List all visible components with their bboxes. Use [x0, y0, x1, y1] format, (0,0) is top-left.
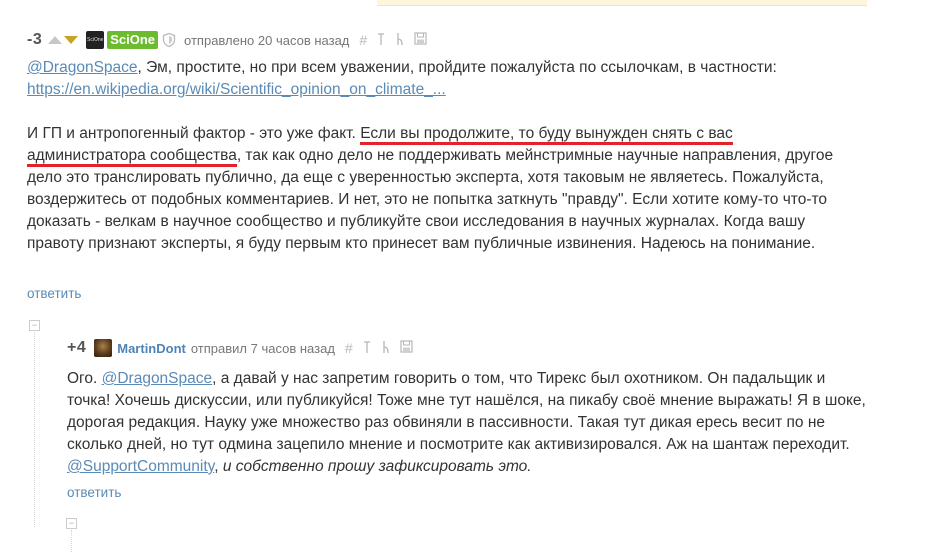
comment-text: , [214, 458, 223, 475]
reply-link[interactable]: ответить [67, 485, 121, 500]
user-mention-link[interactable]: @DragonSpace [102, 370, 213, 387]
downvote-arrow-icon[interactable] [64, 36, 79, 44]
comment-tools: # [359, 32, 427, 49]
collapse-thread-button[interactable]: − [29, 320, 40, 331]
comment-header: +4 MartinDont отправил 7 часов назад # [67, 338, 413, 358]
thread-line[interactable] [71, 530, 73, 552]
comment-rating: +4 [67, 339, 87, 356]
collapse-thread-button[interactable]: − [66, 518, 77, 529]
wikipedia-link[interactable]: https://en.wikipedia.org/wiki/Scientific… [27, 81, 446, 98]
vote-controls [48, 36, 79, 44]
branch-icon[interactable] [381, 340, 391, 357]
comment-rating: -3 [27, 31, 43, 48]
comment-text: , Эм, простите, но при всем уважении, пр… [137, 59, 777, 76]
comment-tools: # [345, 340, 413, 357]
pin-icon[interactable] [376, 32, 386, 49]
avatar[interactable]: SciOne [86, 31, 105, 49]
user-mention-link[interactable]: @SupportCommunity [67, 458, 214, 475]
upvote-arrow-icon[interactable] [48, 36, 63, 44]
avatar[interactable] [94, 339, 113, 357]
username-link[interactable]: MartinDont [117, 341, 186, 356]
hash-link-icon[interactable]: # [359, 32, 367, 48]
comment-header: -3 SciOne SciOne отправлено 20 часов наз… [27, 30, 427, 50]
save-icon[interactable] [414, 32, 427, 48]
comment-body: @DragonSpace, Эм, простите, но при всем … [27, 57, 847, 255]
comment-timestamp[interactable]: отправил 7 часов назад [191, 341, 335, 356]
comment-text: Ого. [67, 370, 102, 387]
reply-link[interactable]: ответить [27, 286, 81, 301]
pin-icon[interactable] [362, 340, 372, 357]
italic-text: и собственно прошу зафиксировать это. [222, 458, 532, 475]
comment-timestamp[interactable]: отправлено 20 часов назад [184, 33, 349, 48]
comment-text: И ГП и антропогенный фактор - это уже фа… [27, 125, 361, 142]
avatar-text: SciOne [87, 37, 104, 43]
thread-line[interactable] [34, 332, 36, 527]
branch-icon[interactable] [395, 32, 405, 49]
user-mention-link[interactable]: @DragonSpace [27, 59, 138, 76]
comment-body: Ого. @DragonSpace, а давай у нас запрети… [67, 368, 867, 478]
notice-bar [377, 0, 867, 6]
moderator-shield-icon [161, 32, 177, 48]
save-icon[interactable] [400, 340, 413, 356]
username-link[interactable]: SciOne [107, 31, 159, 49]
hash-link-icon[interactable]: # [345, 340, 353, 356]
